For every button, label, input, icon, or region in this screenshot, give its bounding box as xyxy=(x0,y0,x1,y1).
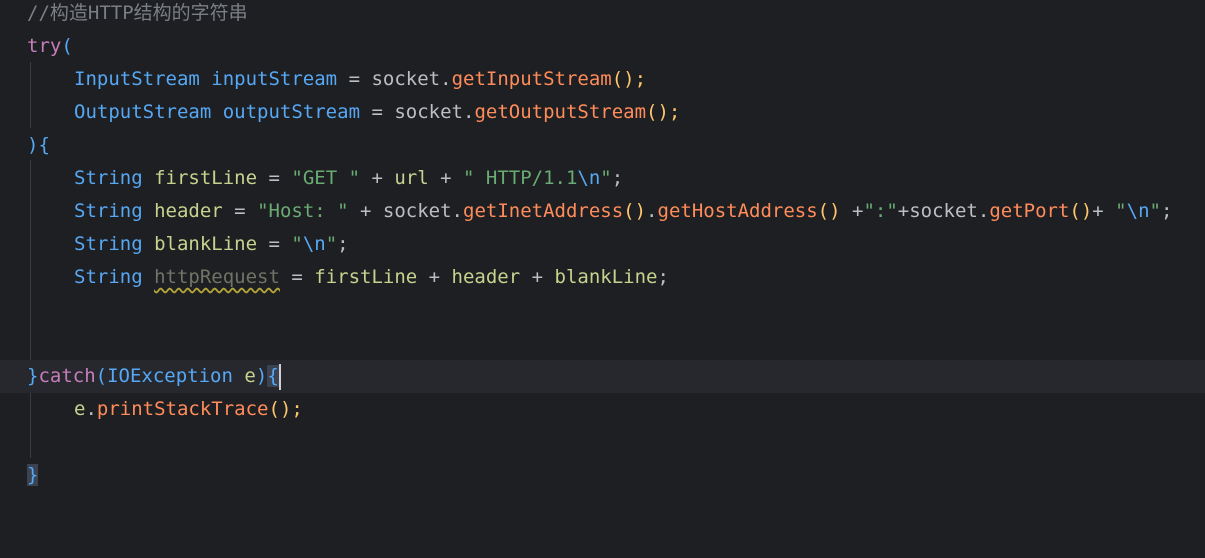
call-parens: () xyxy=(1069,200,1093,222)
variable-name: inputStream xyxy=(211,68,338,90)
string-literal: " HTTP/1.1 xyxy=(463,167,578,189)
dot-op: . xyxy=(462,101,475,123)
variable-ref: firstLine xyxy=(314,266,418,288)
type-name: String xyxy=(74,233,143,255)
code-line-header[interactable]: String header = "Host: " + socket.getIne… xyxy=(0,195,1205,228)
semicolon: ; xyxy=(337,233,349,255)
plus-op: + xyxy=(417,266,452,288)
escape-sequence: \n xyxy=(577,167,601,189)
call-tail: (); xyxy=(268,398,303,420)
comment-text: //构造HTTP结构的字符串 xyxy=(27,2,248,24)
plus-op: + xyxy=(520,266,555,288)
try-keyword: try xyxy=(27,35,62,57)
dot-op: . xyxy=(646,200,658,222)
object-ref: socket xyxy=(382,200,452,222)
plus-op: + xyxy=(897,200,910,222)
code-editor[interactable]: //构造HTTP结构的字符串 try( InputStream inputStr… xyxy=(0,0,1205,486)
type-name: String xyxy=(74,200,143,222)
variable-name: firstLine xyxy=(154,167,258,189)
call-parens: () xyxy=(817,200,841,222)
method-call: getInetAddress xyxy=(463,200,624,222)
call-parens: () xyxy=(623,200,647,222)
text-cursor xyxy=(278,363,281,390)
method-call: getHostAddress xyxy=(657,200,818,222)
catch-keyword: catch xyxy=(38,365,96,387)
code-line-blank-line[interactable]: String blankLine = "\n"; xyxy=(0,228,1205,261)
string-literal: "GET " xyxy=(291,167,361,189)
plus-op: + xyxy=(840,200,864,222)
object-ref: socket xyxy=(394,101,463,123)
code-line-print-stack-trace[interactable]: e.printStackTrace(); xyxy=(0,393,1205,426)
variable-name: header xyxy=(154,200,223,222)
exception-variable: e xyxy=(244,365,256,387)
exception-type: IOException xyxy=(107,365,233,387)
code-line-comment[interactable]: //构造HTTP结构的字符串 xyxy=(0,0,1205,30)
object-ref: socket xyxy=(909,200,978,222)
variable-ref: url xyxy=(394,167,429,189)
close-paren: ) xyxy=(255,365,268,387)
open-paren: ( xyxy=(95,365,108,387)
matched-closing-brace: } xyxy=(27,464,39,486)
semicolon: ; xyxy=(1160,200,1173,222)
assign-op: = xyxy=(279,266,315,288)
call-tail: (); xyxy=(646,101,681,123)
variable-name: blankLine xyxy=(154,233,258,255)
semicolon: ; xyxy=(611,167,624,189)
close-brace: } xyxy=(27,365,39,387)
call-tail: (); xyxy=(611,68,647,90)
method-call: printStackTrace xyxy=(96,398,269,420)
method-call: getPort xyxy=(989,200,1070,222)
string-literal: " xyxy=(600,167,612,189)
method-call: getOutputStream xyxy=(474,101,647,123)
plus-op: + xyxy=(360,167,395,189)
string-literal: " xyxy=(1149,200,1161,222)
open-paren: ( xyxy=(61,35,73,57)
assign-op: = xyxy=(360,101,395,123)
code-line-first-line[interactable]: String firstLine = "GET " + url + " HTTP… xyxy=(0,162,1205,195)
type-name: String xyxy=(74,167,143,189)
string-literal: " xyxy=(291,233,303,255)
type-name: InputStream xyxy=(74,68,200,90)
variable-ref: blankLine xyxy=(554,266,658,288)
semicolon: ; xyxy=(657,266,669,288)
dot-op: . xyxy=(440,68,452,90)
code-line-catch-current[interactable]: }catch(IOException e){ xyxy=(0,360,1205,393)
dot-op: . xyxy=(85,398,97,420)
dot-op: . xyxy=(451,200,463,222)
matched-brace-highlight: { xyxy=(267,365,279,387)
variable-ref: header xyxy=(451,266,521,288)
assign-op: = xyxy=(337,68,372,90)
string-literal: " xyxy=(325,233,338,255)
plus-op: + xyxy=(348,200,383,222)
object-ref: socket xyxy=(371,68,441,90)
close-paren-brace: ){ xyxy=(27,134,50,156)
code-line-try-close[interactable]: ){ xyxy=(0,129,1205,162)
assign-op: = xyxy=(222,200,258,222)
unused-variable-warning[interactable]: httpRequest xyxy=(154,266,280,288)
assign-op: = xyxy=(257,233,292,255)
code-line-http-request[interactable]: String httpRequest = firstLine + header … xyxy=(0,261,1205,294)
type-name: OutputStream xyxy=(74,101,212,123)
string-literal: "Host: " xyxy=(257,200,349,222)
plus-op: + xyxy=(428,167,463,189)
method-call: getInputStream xyxy=(451,68,612,90)
string-literal: ":" xyxy=(863,200,898,222)
assign-op: = xyxy=(257,167,292,189)
variable-name: outputStream xyxy=(222,101,361,123)
dot-op: . xyxy=(977,200,990,222)
code-line-input-stream[interactable]: InputStream inputStream = socket.getInpu… xyxy=(0,63,1205,96)
code-line-output-stream[interactable]: OutputStream outputStream = socket.getOu… xyxy=(0,96,1205,129)
escape-sequence: \n xyxy=(302,233,326,255)
type-name: String xyxy=(74,266,143,288)
string-literal: " xyxy=(1115,200,1127,222)
escape-sequence: \n xyxy=(1126,200,1150,222)
code-line-try[interactable]: try( xyxy=(0,30,1205,63)
variable-ref: e xyxy=(74,398,86,420)
code-line-closing-brace[interactable]: } xyxy=(0,459,1205,492)
plus-op: + xyxy=(1092,200,1116,222)
